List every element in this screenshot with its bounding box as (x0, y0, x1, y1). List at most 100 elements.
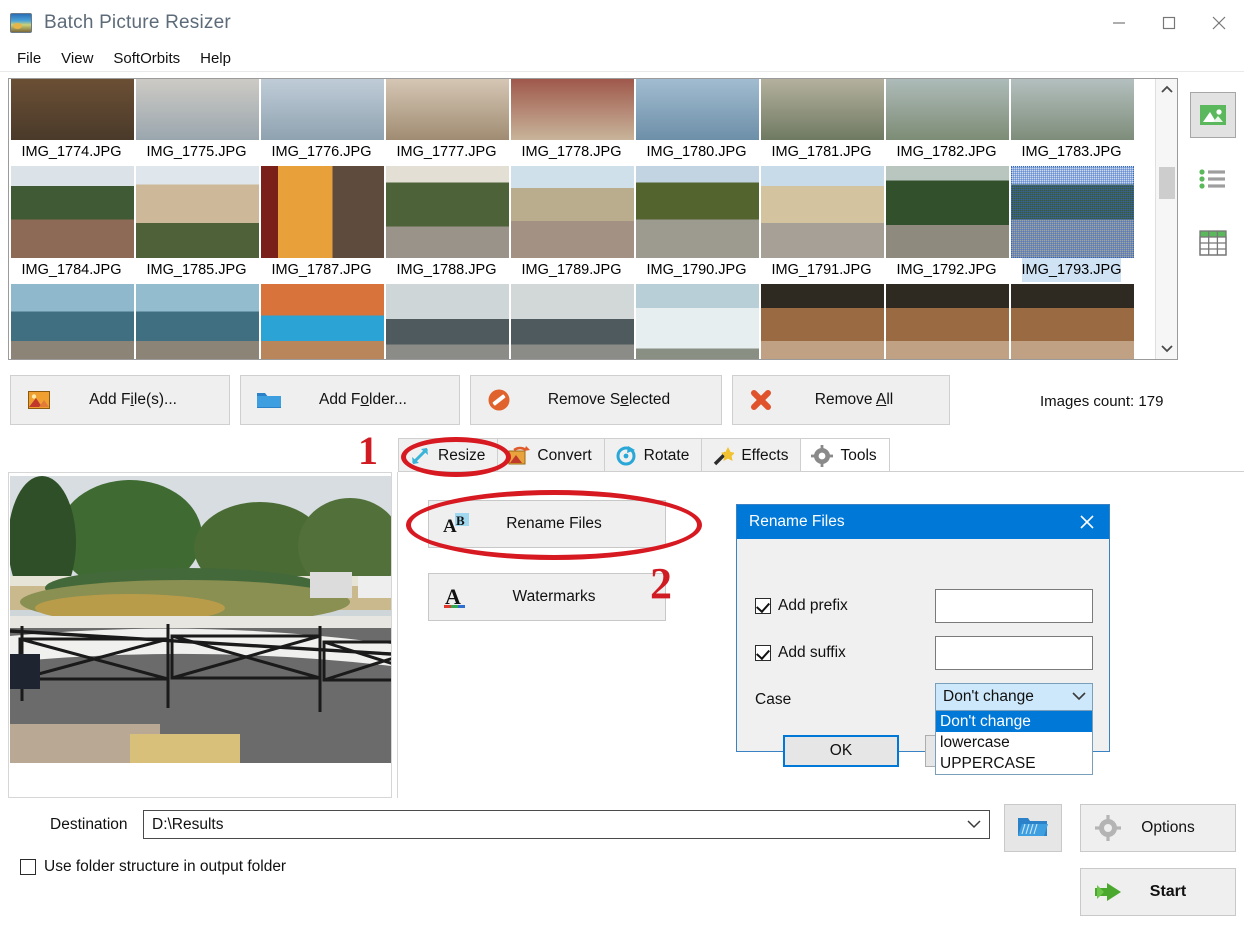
browse-folder-button[interactable] (1004, 804, 1062, 852)
tab-effects-label: Effects (741, 446, 789, 464)
destination-combobox[interactable]: D:\Results (143, 810, 990, 839)
add-prefix-checkbox-row[interactable]: Add prefix (755, 597, 848, 615)
thumbnail-label: IMG_1777.JPG (396, 144, 497, 160)
thumbnail-image (136, 166, 259, 258)
thumbnail-item[interactable]: IMG_1784.JPG (9, 164, 134, 282)
thumbnail-item[interactable]: IMG_1775.JPG (134, 79, 259, 164)
case-option-uppercase[interactable]: UPPERCASE (936, 753, 1092, 774)
thumbnail-item[interactable]: IMG_1774.JPG (9, 79, 134, 164)
thumbnail-image (511, 79, 634, 140)
thumbnail-item[interactable]: IMG_1791.JPG (759, 164, 884, 282)
case-dropdown[interactable]: Don't change (935, 683, 1093, 711)
thumbnail-image (386, 284, 509, 359)
menu-softorbits[interactable]: SoftOrbits (104, 47, 189, 71)
thumbnail-list-panel[interactable]: IMG_1774.JPG IMG_1775.JPG IMG_1776.JPG I… (8, 78, 1178, 360)
thumbnail-row: IMG_1774.JPG IMG_1775.JPG IMG_1776.JPG I… (9, 79, 1155, 164)
thumbnail-item[interactable]: IMG_1777.JPG (384, 79, 509, 164)
thumbnail-scrollbar[interactable] (1155, 79, 1177, 359)
thumbnail-image (886, 284, 1009, 359)
thumbnail-item[interactable]: IMG_1788.JPG (384, 164, 509, 282)
maximize-button[interactable] (1144, 0, 1194, 46)
list-view-button[interactable] (1190, 156, 1236, 202)
image-preview-panel[interactable] (8, 472, 392, 798)
thumbnail-image (261, 284, 384, 359)
thumbnail-item[interactable]: IMG_1792.JPG (884, 164, 1009, 282)
thumbnail-image (761, 166, 884, 258)
case-option-lowercase[interactable]: lowercase (936, 732, 1092, 753)
thumbnail-image (136, 79, 259, 140)
add-files-button[interactable]: Add File(s)... (10, 375, 230, 425)
tab-rotate[interactable]: Rotate (603, 438, 703, 472)
thumbnail-label: IMG_1788.JPG (396, 262, 497, 278)
start-label: Start (1149, 883, 1187, 900)
thumbnail-item[interactable]: IMG_1802.JPG (884, 282, 1009, 359)
thumbnail-item[interactable]: IMG_1798.JPG (509, 282, 634, 359)
add-prefix-checkbox[interactable] (755, 598, 771, 614)
menu-help[interactable]: Help (191, 47, 240, 71)
chevron-down-icon (967, 816, 981, 834)
close-icon[interactable] (1071, 507, 1103, 537)
add-folder-label: Add Folder... (319, 391, 407, 408)
thumbnail-item[interactable]: IMG_1796.JPG (259, 282, 384, 359)
image-add-icon (25, 391, 53, 409)
start-button[interactable]: Start (1080, 868, 1236, 916)
thumbnail-item[interactable]: IMG_1776.JPG (259, 79, 384, 164)
add-suffix-checkbox-row[interactable]: Add suffix (755, 644, 846, 662)
add-suffix-input[interactable] (935, 636, 1093, 670)
details-grid-view-button[interactable] (1190, 220, 1236, 266)
tab-effects[interactable]: Effects (701, 438, 802, 472)
annotation-ellipse-rename (406, 490, 702, 560)
thumbnail-item[interactable]: IMG_1797.JPG (384, 282, 509, 359)
menu-file[interactable]: File (8, 47, 50, 71)
add-prefix-input[interactable] (935, 589, 1093, 623)
thumbnail-item[interactable]: IMG_1789.JPG (509, 164, 634, 282)
thumbnail-item[interactable]: IMG_1787.JPG (259, 164, 384, 282)
thumbnail-image (386, 79, 509, 140)
thumbnail-label: IMG_1783.JPG (1021, 144, 1122, 160)
thumbnails-view-button[interactable] (1190, 92, 1236, 138)
thumbnail-item[interactable]: IMG_1794.JPG (9, 282, 134, 359)
thumbnail-image (11, 166, 134, 258)
thumbnail-image (511, 166, 634, 258)
use-folder-structure-checkbox[interactable] (20, 859, 36, 875)
scroll-down-button[interactable] (1156, 337, 1177, 359)
menu-view[interactable]: View (52, 47, 102, 71)
thumbnail-item[interactable]: IMG_1790.JPG (634, 164, 759, 282)
tab-tools[interactable]: Tools (800, 438, 890, 472)
minimize-button[interactable] (1094, 0, 1144, 46)
thumbnail-image (1011, 166, 1134, 258)
thumbnail-item[interactable]: IMG_1801.JPG (759, 282, 884, 359)
ok-button[interactable]: OK (783, 735, 899, 767)
thumbnail-item[interactable]: IMG_1782.JPG (884, 79, 1009, 164)
thumbnail-grid: IMG_1774.JPG IMG_1775.JPG IMG_1776.JPG I… (9, 79, 1155, 359)
use-folder-structure-row[interactable]: Use folder structure in output folder (20, 858, 286, 876)
thumbnail-item[interactable]: IMG_1803.JPG (1009, 282, 1134, 359)
thumbnail-item[interactable]: IMG_1785.JPG (134, 164, 259, 282)
watermarks-button[interactable]: A Watermarks (428, 573, 666, 621)
destination-value: D:\Results (152, 815, 224, 833)
add-folder-button[interactable]: Add Folder... (240, 375, 460, 425)
close-button[interactable] (1194, 0, 1244, 46)
thumbnail-label: IMG_1778.JPG (521, 144, 622, 160)
thumbnail-item[interactable]: IMG_1778.JPG (509, 79, 634, 164)
thumbnail-item[interactable]: IMG_1780.JPG (634, 79, 759, 164)
thumbnail-item[interactable]: IMG_1781.JPG (759, 79, 884, 164)
thumbnail-item-selected[interactable]: IMG_1793.JPG (1009, 164, 1134, 282)
remove-all-button[interactable]: Remove All (732, 375, 950, 425)
case-label: Case (755, 691, 792, 708)
thumbnail-item[interactable]: IMG_1783.JPG (1009, 79, 1134, 164)
thumbnail-label: IMG_1791.JPG (771, 262, 872, 278)
scrollbar-thumb[interactable] (1159, 167, 1175, 199)
scroll-up-button[interactable] (1156, 79, 1177, 101)
thumbnail-image (761, 284, 884, 359)
options-button[interactable]: Options (1080, 804, 1236, 852)
remove-selected-button[interactable]: Remove Selected (470, 375, 722, 425)
thumbnail-item[interactable]: IMG_1795.JPG (134, 282, 259, 359)
case-dropdown-list[interactable]: Don't change lowercase UPPERCASE (935, 711, 1093, 775)
add-suffix-checkbox[interactable] (755, 645, 771, 661)
options-label: Options (1141, 819, 1195, 836)
rename-files-dialog: Rename Files Add prefix Add suffix Case … (736, 504, 1110, 775)
thumbnail-item[interactable]: IMG_1800.JPG (634, 282, 759, 359)
case-option-dont-change[interactable]: Don't change (936, 711, 1092, 732)
tab-convert[interactable]: Convert (497, 438, 605, 472)
